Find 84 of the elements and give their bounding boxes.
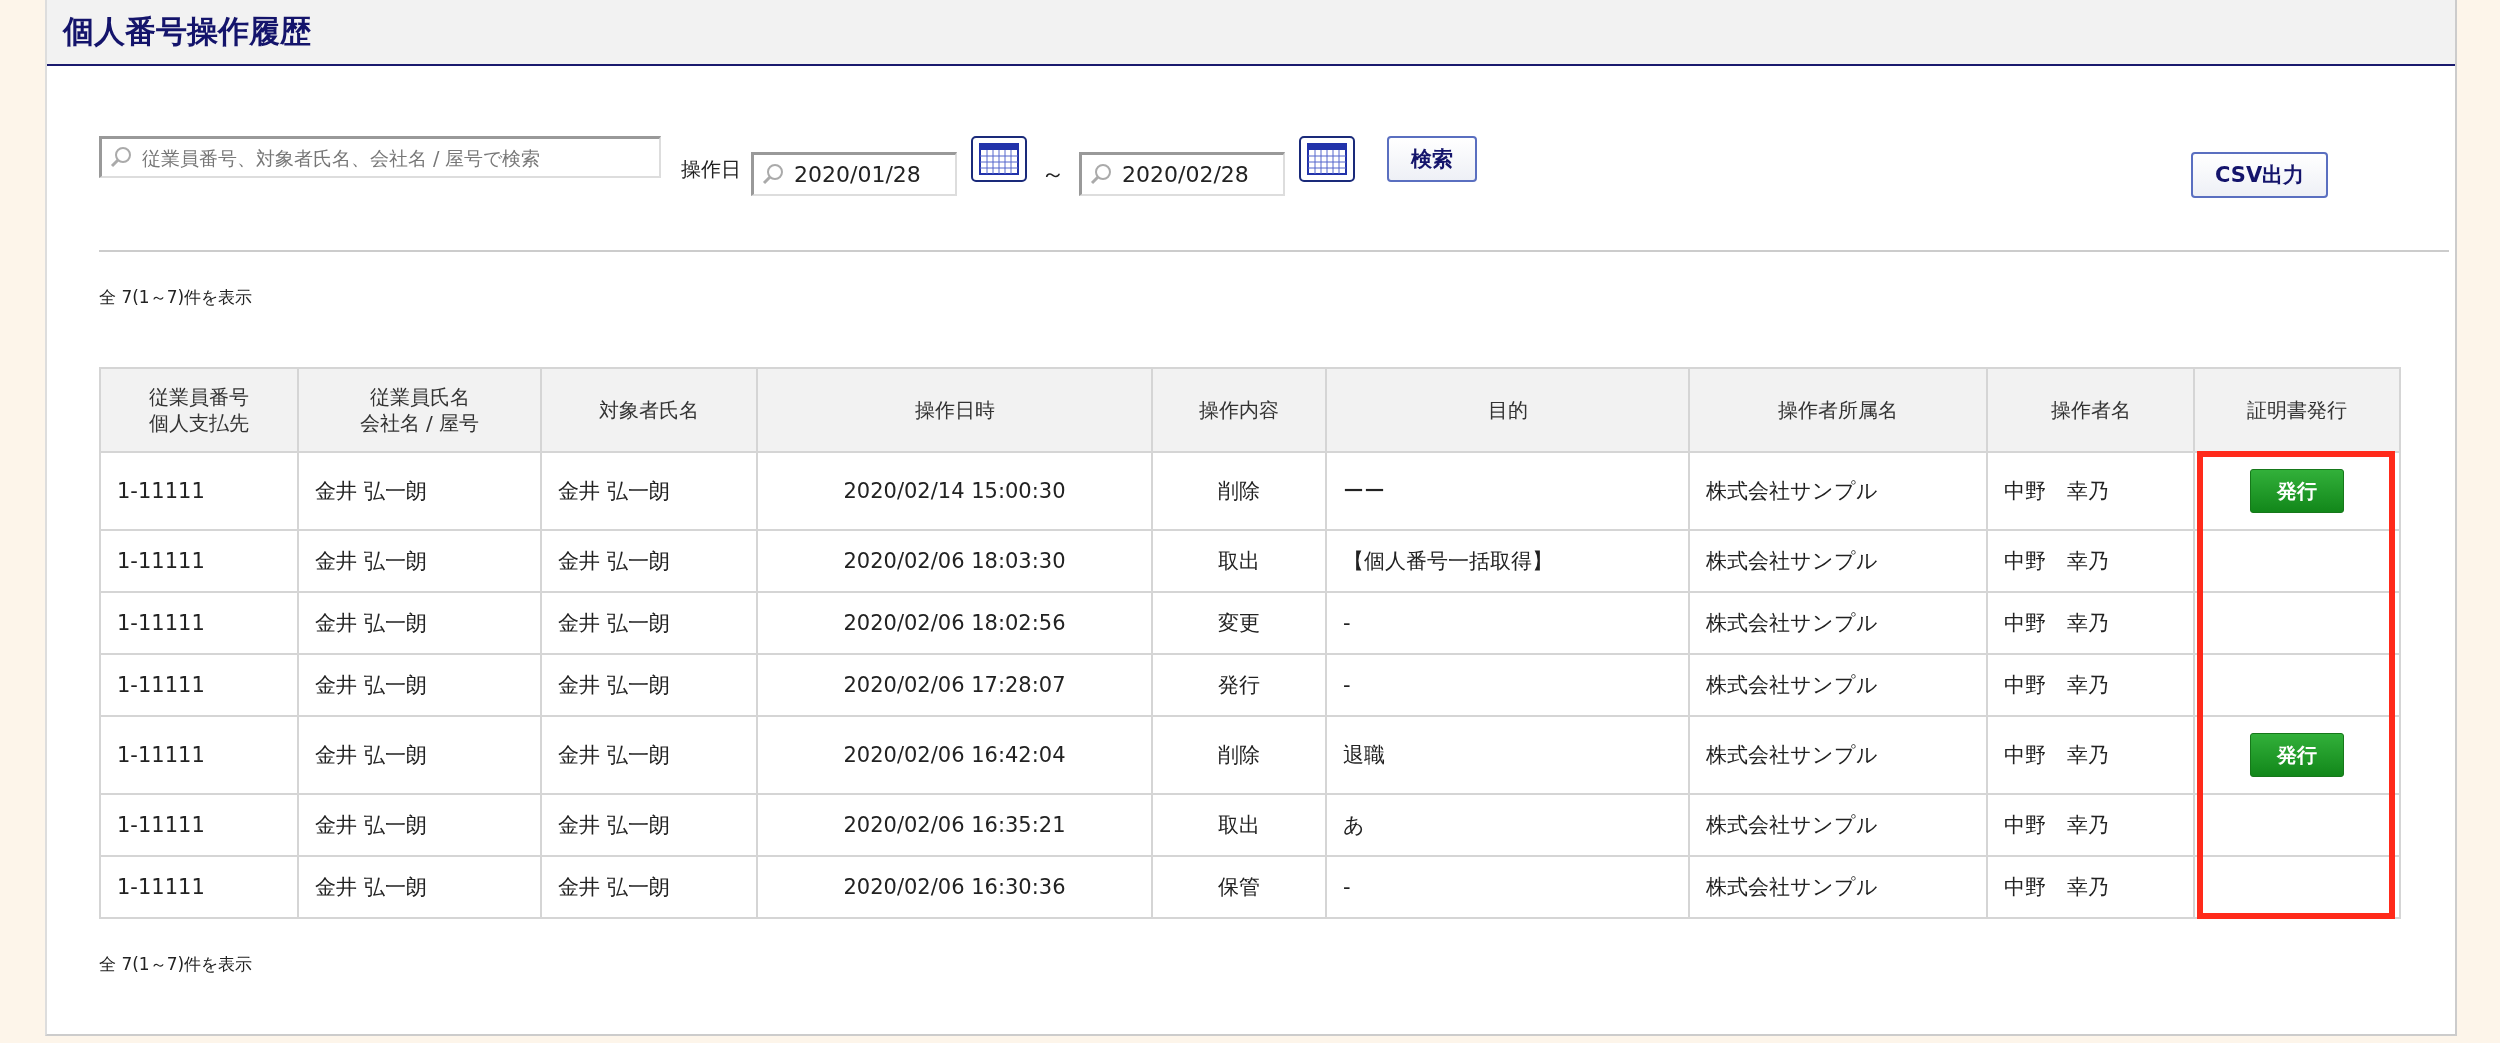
result-count: 全 7(1～7)件を表示 [99,953,254,976]
table-cell: 1-11111 [100,530,298,592]
table-cell: 取出 [1152,530,1326,592]
date-label: 操作日 [681,156,741,183]
table-cell: 金井 弘一朗 [541,716,757,794]
table-cell: 削除 [1152,452,1326,530]
table-cell: あ [1326,794,1689,856]
table-cell: 2020/02/06 17:28:07 [757,654,1152,716]
table-cell: 【個人番号一括取得】 [1326,530,1689,592]
calendar-button[interactable] [971,136,1027,182]
table-cell: 金井 弘一朗 [541,592,757,654]
issue-button[interactable]: 発行 [2250,469,2344,513]
table-cell: 2020/02/06 16:42:04 [757,716,1152,794]
table-cell: 金井 弘一朗 [298,530,541,592]
table-cell: 2020/02/06 16:35:21 [757,794,1152,856]
table-cell: 株式会社サンプル [1689,452,1987,530]
column-header: 操作内容 [1152,368,1326,452]
table-cell: 1-11111 [100,592,298,654]
table-cell: 2020/02/06 18:03:30 [757,530,1152,592]
table-cell: 株式会社サンプル [1689,794,1987,856]
calendar-button[interactable] [1299,136,1355,182]
table-cell: 株式会社サンプル [1689,530,1987,592]
search-icon [1090,163,1112,185]
search-icon [762,163,784,185]
table-cell: 金井 弘一朗 [541,530,757,592]
table-cell: - [1326,654,1689,716]
table-cell: 1-11111 [100,716,298,794]
range-separator: ～ [1041,159,1065,190]
column-header: 操作者名 [1987,368,2194,452]
table-cell: 金井 弘一朗 [298,716,541,794]
table-cell: 金井 弘一朗 [298,654,541,716]
date-field[interactable]: 2020/01/28 [751,152,957,196]
table-cell: 株式会社サンプル [1689,592,1987,654]
table-cell: 中野 幸乃 [1987,452,2194,530]
column-header: 操作日時 [757,368,1152,452]
table-cell: 金井 弘一朗 [298,452,541,530]
calendar-icon [979,143,1019,175]
table-cell: 金井 弘一朗 [298,856,541,918]
table-cell: 中野 幸乃 [1987,794,2194,856]
search-icon [110,146,132,168]
table-cell: 保管 [1152,856,1326,918]
table-cell: 金井 弘一朗 [541,654,757,716]
table-cell: 発行 [1152,654,1326,716]
issue-button[interactable]: 発行 [2250,733,2344,777]
table-cell: 削除 [1152,716,1326,794]
table-cell: 2020/02/06 18:02:56 [757,592,1152,654]
search-button[interactable]: 検索 [1387,136,1477,182]
column-header: 証明書発行 [2194,368,2400,452]
table-cell: 株式会社サンプル [1689,856,1987,918]
table-cell: 中野 幸乃 [1987,716,2194,794]
column-header: 従業員番号 個人支払先 [100,368,298,452]
table-cell: 金井 弘一朗 [541,452,757,530]
table-cell: 中野 幸乃 [1987,856,2194,918]
table-cell: 退職 [1326,716,1689,794]
table-cell: 1-11111 [100,856,298,918]
table-cell: 中野 幸乃 [1987,654,2194,716]
table-cell: 1-11111 [100,794,298,856]
table-cell: 金井 弘一朗 [541,856,757,918]
table-cell: 中野 幸乃 [1987,592,2194,654]
table-cell: 1-11111 [100,452,298,530]
column-header: 従業員氏名 会社名 / 屋号 [298,368,541,452]
table-cell: 変更 [1152,592,1326,654]
calendar-icon [1307,143,1347,175]
date-field[interactable]: 2020/02/28 [1079,152,1285,196]
table-cell: 株式会社サンプル [1689,716,1987,794]
table-cell: 株式会社サンプル [1689,654,1987,716]
table-cell: 金井 弘一朗 [541,794,757,856]
column-header: 対象者氏名 [541,368,757,452]
page-title: 個人番号操作履歴 [47,0,2455,66]
table-cell: 金井 弘一朗 [298,794,541,856]
table-cell: 2020/02/06 16:30:36 [757,856,1152,918]
table-cell: 1-11111 [100,654,298,716]
table-cell: - [1326,856,1689,918]
table-cell: 金井 弘一朗 [298,592,541,654]
csv-button[interactable]: CSV出力 [2191,152,2329,198]
search-field[interactable]: 従業員番号、対象者氏名、会社名 / 屋号で検索 [99,136,661,178]
table-cell: 2020/02/14 15:00:30 [757,452,1152,530]
column-header: 目的 [1326,368,1689,452]
column-header: 操作者所属名 [1689,368,1987,452]
table-cell: - [1326,592,1689,654]
result-count: 全 7(1～7)件を表示 [99,286,254,309]
table-cell: ーー [1326,452,1689,530]
table-cell: 取出 [1152,794,1326,856]
table-cell: 中野 幸乃 [1987,530,2194,592]
